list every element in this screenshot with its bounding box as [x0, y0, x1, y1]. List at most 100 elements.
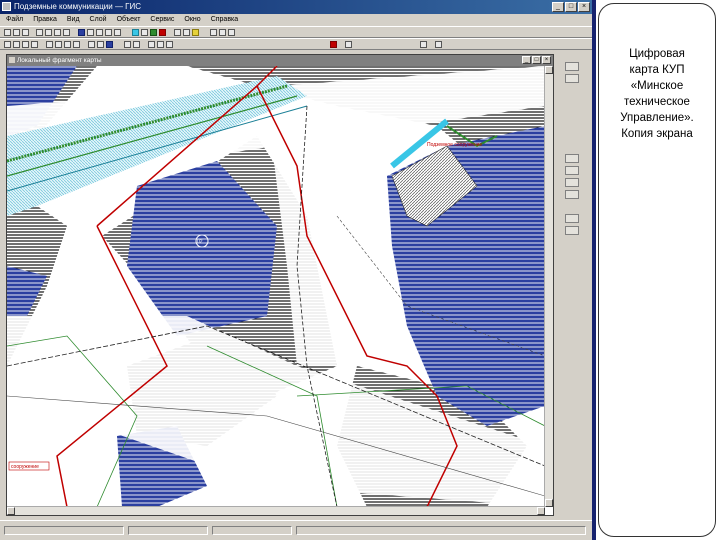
cut-icon[interactable] — [45, 29, 52, 36]
grid-icon[interactable] — [132, 29, 139, 36]
menu-layer[interactable]: Слой — [90, 14, 107, 26]
scroll-right-arrow[interactable] — [537, 507, 545, 515]
snap-icon[interactable] — [88, 41, 95, 48]
angle-icon[interactable] — [166, 41, 173, 48]
menu-help[interactable]: Справка — [211, 14, 238, 26]
status-scale — [128, 526, 208, 535]
slide-divider — [592, 0, 596, 540]
rectangle-tool-icon[interactable] — [22, 41, 29, 48]
maximize-button[interactable]: □ — [565, 2, 577, 12]
circle-tool-icon[interactable] — [31, 41, 38, 48]
caption-text: Цифровая карта КУП «Минское техническое … — [603, 46, 711, 142]
area-icon[interactable] — [157, 41, 164, 48]
doc-maximize-button[interactable]: □ — [532, 56, 541, 64]
zoom-in-icon[interactable] — [105, 29, 112, 36]
map-circle-label: 02 — [197, 239, 203, 245]
side-toolbar — [557, 54, 592, 516]
vertical-scrollbar[interactable] — [544, 66, 553, 507]
caption-panel: Цифровая карта КУП «Минское техническое … — [598, 3, 716, 537]
status-bar — [0, 520, 592, 540]
new-file-icon[interactable] — [4, 29, 11, 36]
caption-line: «Минское — [630, 80, 684, 92]
zoom-out-icon[interactable] — [114, 29, 121, 36]
window-title: Подземные коммуникации — ГИС — [14, 2, 142, 11]
redo-icon[interactable] — [133, 41, 140, 48]
document-title-bar[interactable]: Локальный фрагмент карты _ □ × — [7, 55, 553, 66]
status-coordinates — [4, 526, 124, 535]
horizontal-scrollbar[interactable] — [7, 506, 545, 515]
menu-view[interactable]: Вид — [67, 14, 80, 26]
distance-icon[interactable] — [148, 41, 155, 48]
highlight-icon[interactable] — [192, 29, 199, 36]
side-tool-icon[interactable] — [565, 178, 579, 187]
paste-icon[interactable] — [63, 29, 70, 36]
save-icon[interactable] — [22, 29, 29, 36]
line-tool-icon[interactable] — [150, 29, 157, 36]
node-edit-icon[interactable] — [97, 41, 104, 48]
search-icon[interactable] — [219, 29, 226, 36]
delete-tool-icon[interactable] — [73, 41, 80, 48]
side-tool-icon[interactable] — [565, 62, 579, 71]
style-icon[interactable] — [345, 41, 352, 48]
side-tool-icon[interactable] — [565, 154, 579, 163]
polygon-tool-icon[interactable] — [159, 29, 166, 36]
undo-icon[interactable] — [124, 41, 131, 48]
doc-close-button[interactable]: × — [542, 56, 551, 64]
move-tool-icon[interactable] — [55, 41, 62, 48]
caption-line: техническое — [624, 96, 690, 108]
map-label-structure: Подземное сооружение — [427, 142, 482, 148]
select-arrow-icon[interactable] — [87, 29, 94, 36]
drawing-toolbar — [0, 38, 592, 50]
info-icon[interactable] — [210, 29, 217, 36]
side-tool-icon[interactable] — [565, 74, 579, 83]
copy-icon[interactable] — [54, 29, 61, 36]
title-bar[interactable]: Подземные коммуникации — ГИС _ □ × — [0, 0, 592, 14]
menu-file[interactable]: Файл — [6, 14, 23, 26]
side-tool-icon[interactable] — [565, 214, 579, 223]
caption-line: Цифровая — [629, 48, 685, 60]
document-icon — [9, 57, 15, 63]
refresh-icon[interactable] — [174, 29, 181, 36]
app-icon — [2, 2, 11, 11]
scroll-left-arrow[interactable] — [7, 507, 15, 515]
layers-panel-icon[interactable] — [420, 41, 427, 48]
caption-line: Управление». — [620, 112, 694, 124]
minimize-button[interactable]: _ — [552, 2, 564, 12]
close-button[interactable]: × — [578, 2, 590, 12]
map-document-window: Локальный фрагмент карты _ □ × Подземное… — [6, 54, 554, 516]
color-red-icon[interactable] — [330, 41, 337, 48]
caption-line: карта КУП — [629, 64, 685, 76]
document-title: Локальный фрагмент карты — [17, 57, 102, 64]
side-tool-icon[interactable] — [565, 226, 579, 235]
measure-icon[interactable] — [141, 29, 148, 36]
document-controls: _ □ × — [522, 56, 551, 64]
menu-edit[interactable]: Правка — [33, 14, 57, 26]
window-controls: _ □ × — [552, 2, 590, 12]
rotate-tool-icon[interactable] — [64, 41, 71, 48]
scroll-down-arrow[interactable] — [545, 499, 553, 507]
side-tool-icon[interactable] — [565, 166, 579, 175]
fill-icon[interactable] — [106, 41, 113, 48]
help-icon[interactable] — [228, 29, 235, 36]
point-tool-icon[interactable] — [4, 41, 11, 48]
pan-hand-icon[interactable] — [96, 29, 103, 36]
layer-icon[interactable] — [78, 29, 85, 36]
print-icon[interactable] — [36, 29, 43, 36]
status-message — [296, 526, 586, 535]
map-label-left: сооружение — [11, 464, 39, 470]
menu-window[interactable]: Окно — [184, 14, 200, 26]
map-canvas[interactable]: Подземное сооружение сооружение 02 — [7, 66, 545, 507]
menu-tools[interactable]: Сервис — [150, 14, 174, 26]
application-window: Подземные коммуникации — ГИС _ □ × Файл … — [0, 0, 592, 540]
legend-icon[interactable] — [435, 41, 442, 48]
scroll-up-arrow[interactable] — [545, 66, 553, 74]
menu-bar: Файл Правка Вид Слой Объект Сервис Окно … — [0, 14, 592, 26]
menu-object[interactable]: Объект — [117, 14, 141, 26]
open-folder-icon[interactable] — [13, 29, 20, 36]
side-tool-icon[interactable] — [565, 190, 579, 199]
text-tool-icon[interactable] — [46, 41, 53, 48]
main-toolbar — [0, 26, 592, 38]
doc-minimize-button[interactable]: _ — [522, 56, 531, 64]
properties-icon[interactable] — [183, 29, 190, 36]
polyline-tool-icon[interactable] — [13, 41, 20, 48]
